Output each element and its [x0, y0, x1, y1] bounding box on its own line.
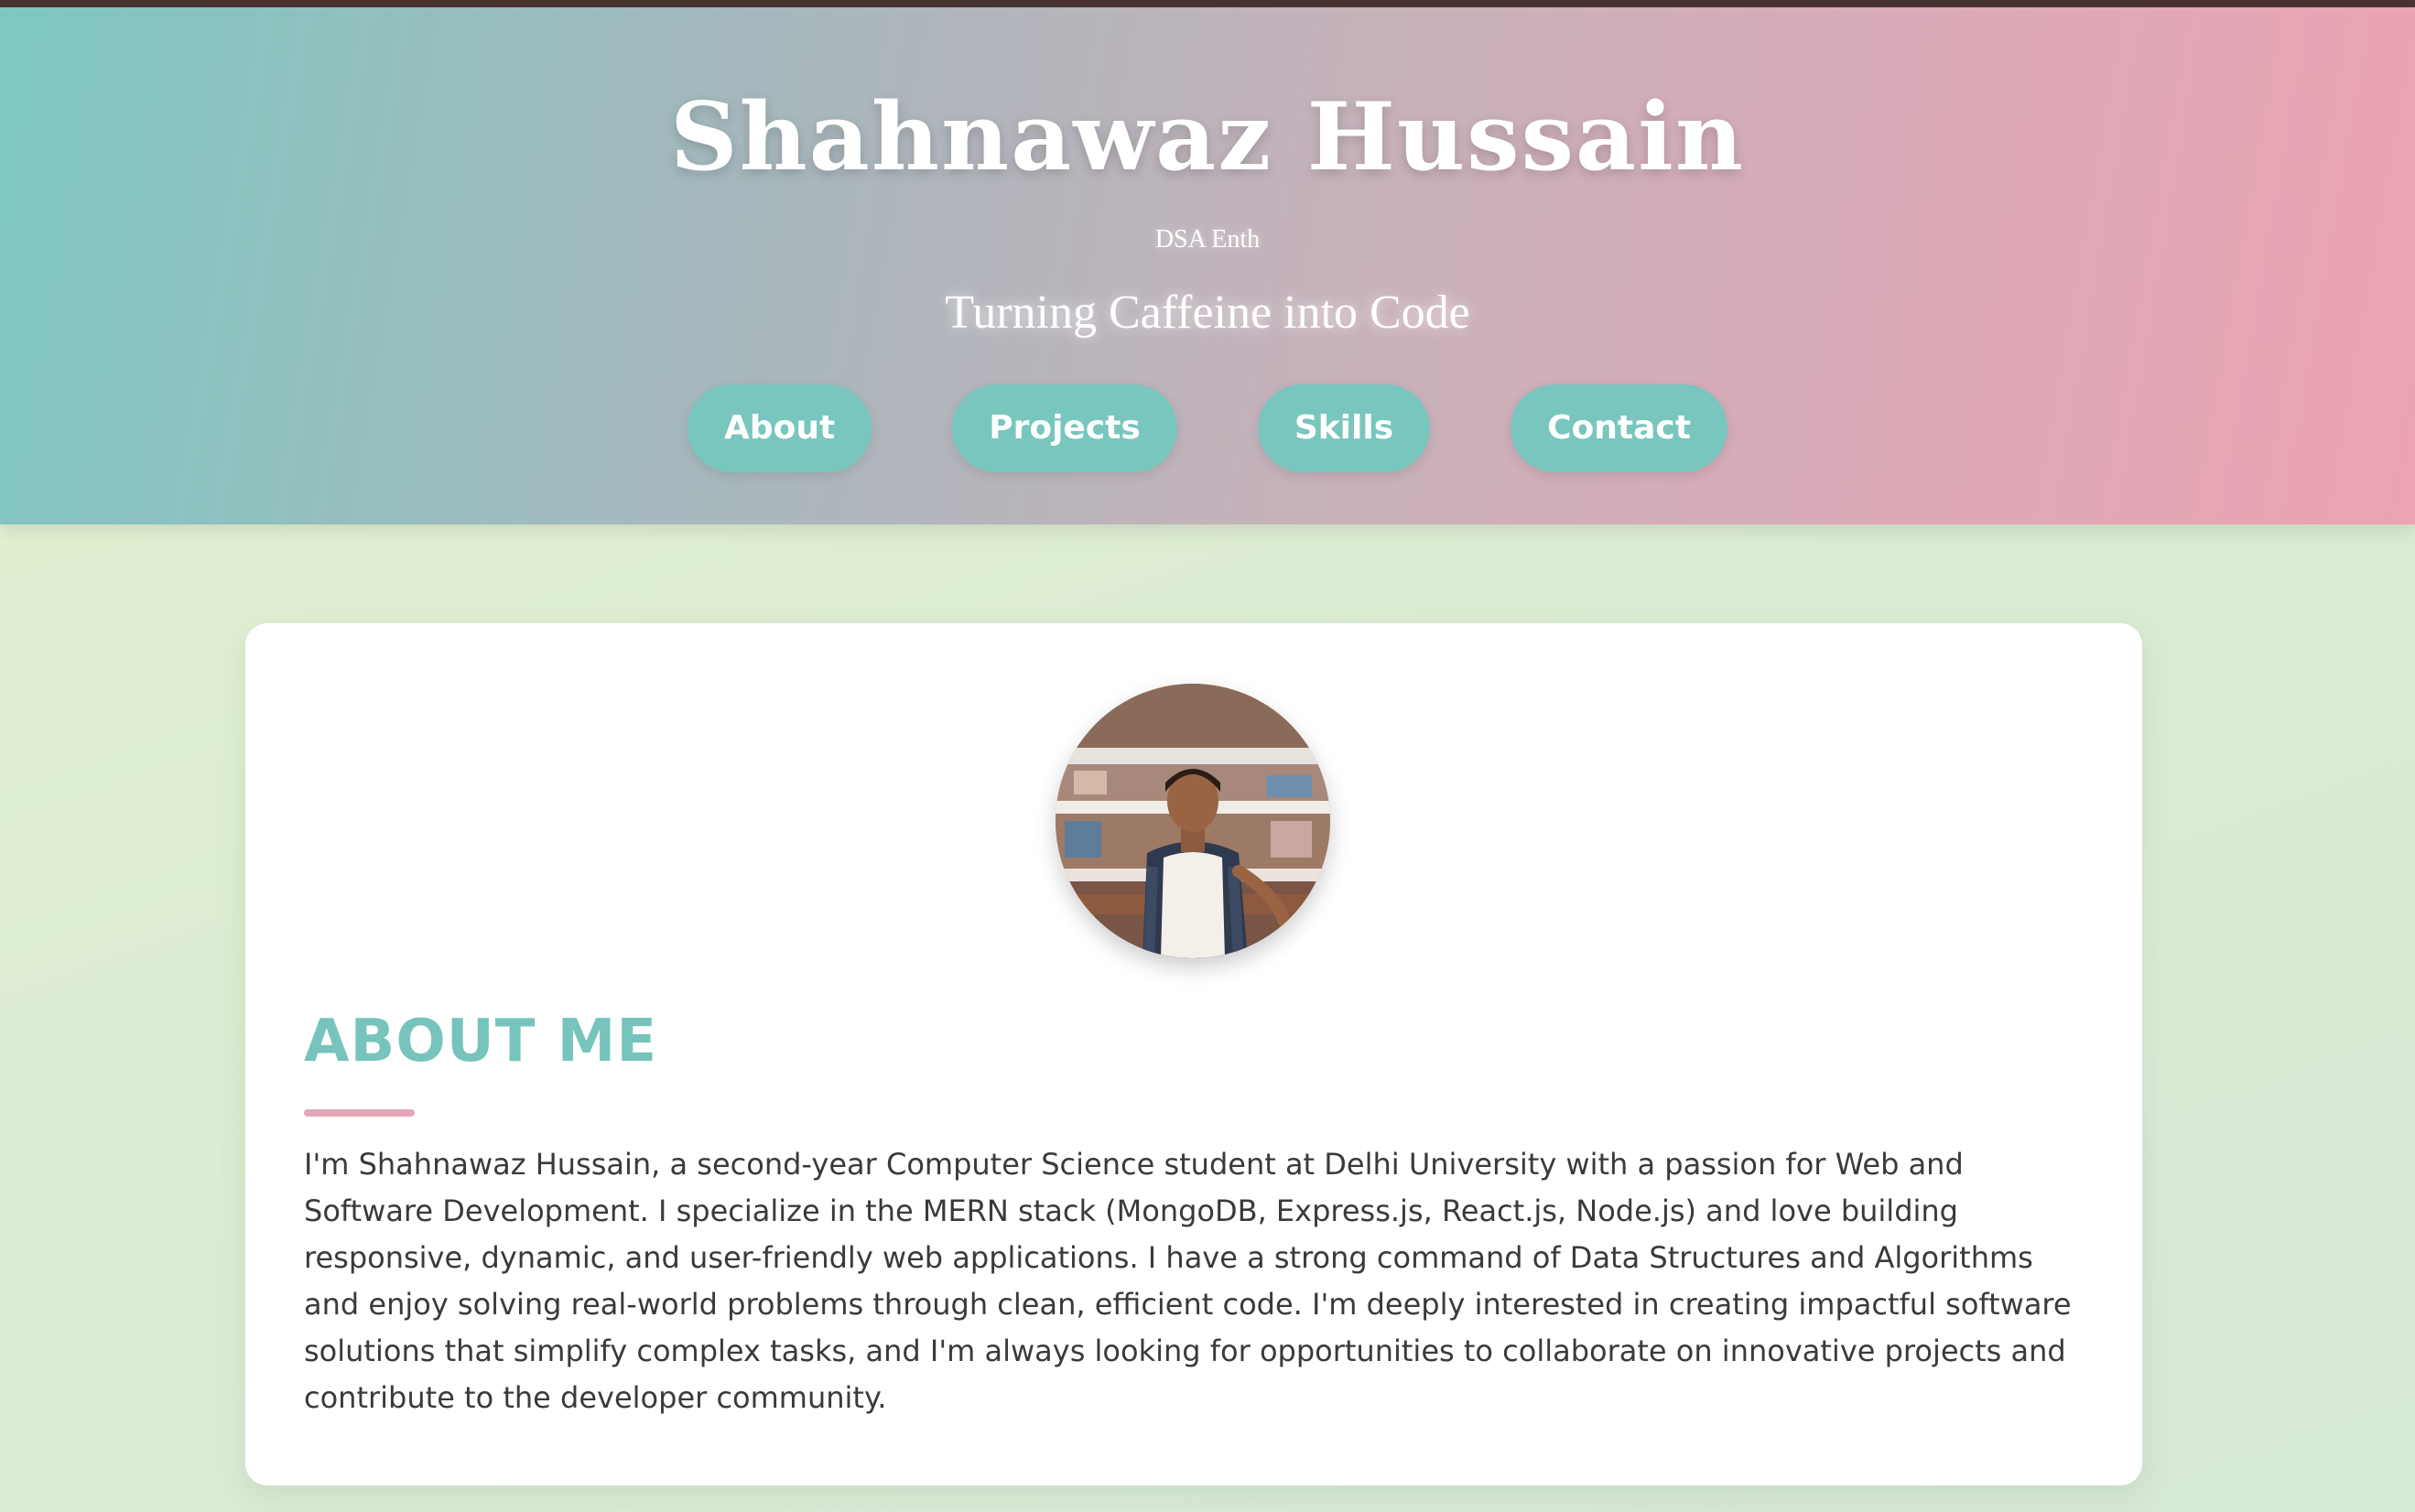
top-strip	[0, 0, 2415, 7]
about-heading: ABOUT ME	[304, 1008, 658, 1075]
nav-about-button[interactable]: About	[688, 384, 872, 472]
site-subtitle: DSA Enth	[1154, 225, 1261, 254]
about-description: I'm Shahnawaz Hussain, a second-year Com…	[304, 1147, 2072, 1415]
about-heading-underline	[304, 1109, 415, 1117]
nav-skills-button[interactable]: Skills	[1257, 384, 1431, 472]
about-card: ABOUT ME I'm Shahnawaz Hussain, a second…	[245, 623, 2142, 1485]
nav-contact-button[interactable]: Contact	[1511, 384, 1727, 472]
site-title: Shahnawaz Hussain	[669, 82, 1746, 192]
main-nav: About Projects Skills Contact	[0, 384, 2415, 472]
hero-header: Shahnawaz Hussain DSA Enth Turning Caffe…	[0, 7, 2415, 524]
profile-photo	[1056, 684, 1330, 958]
profile-avatar	[1056, 684, 1330, 958]
nav-projects-button[interactable]: Projects	[952, 384, 1177, 472]
site-tagline: Turning Caffeine into Code	[945, 286, 1470, 339]
